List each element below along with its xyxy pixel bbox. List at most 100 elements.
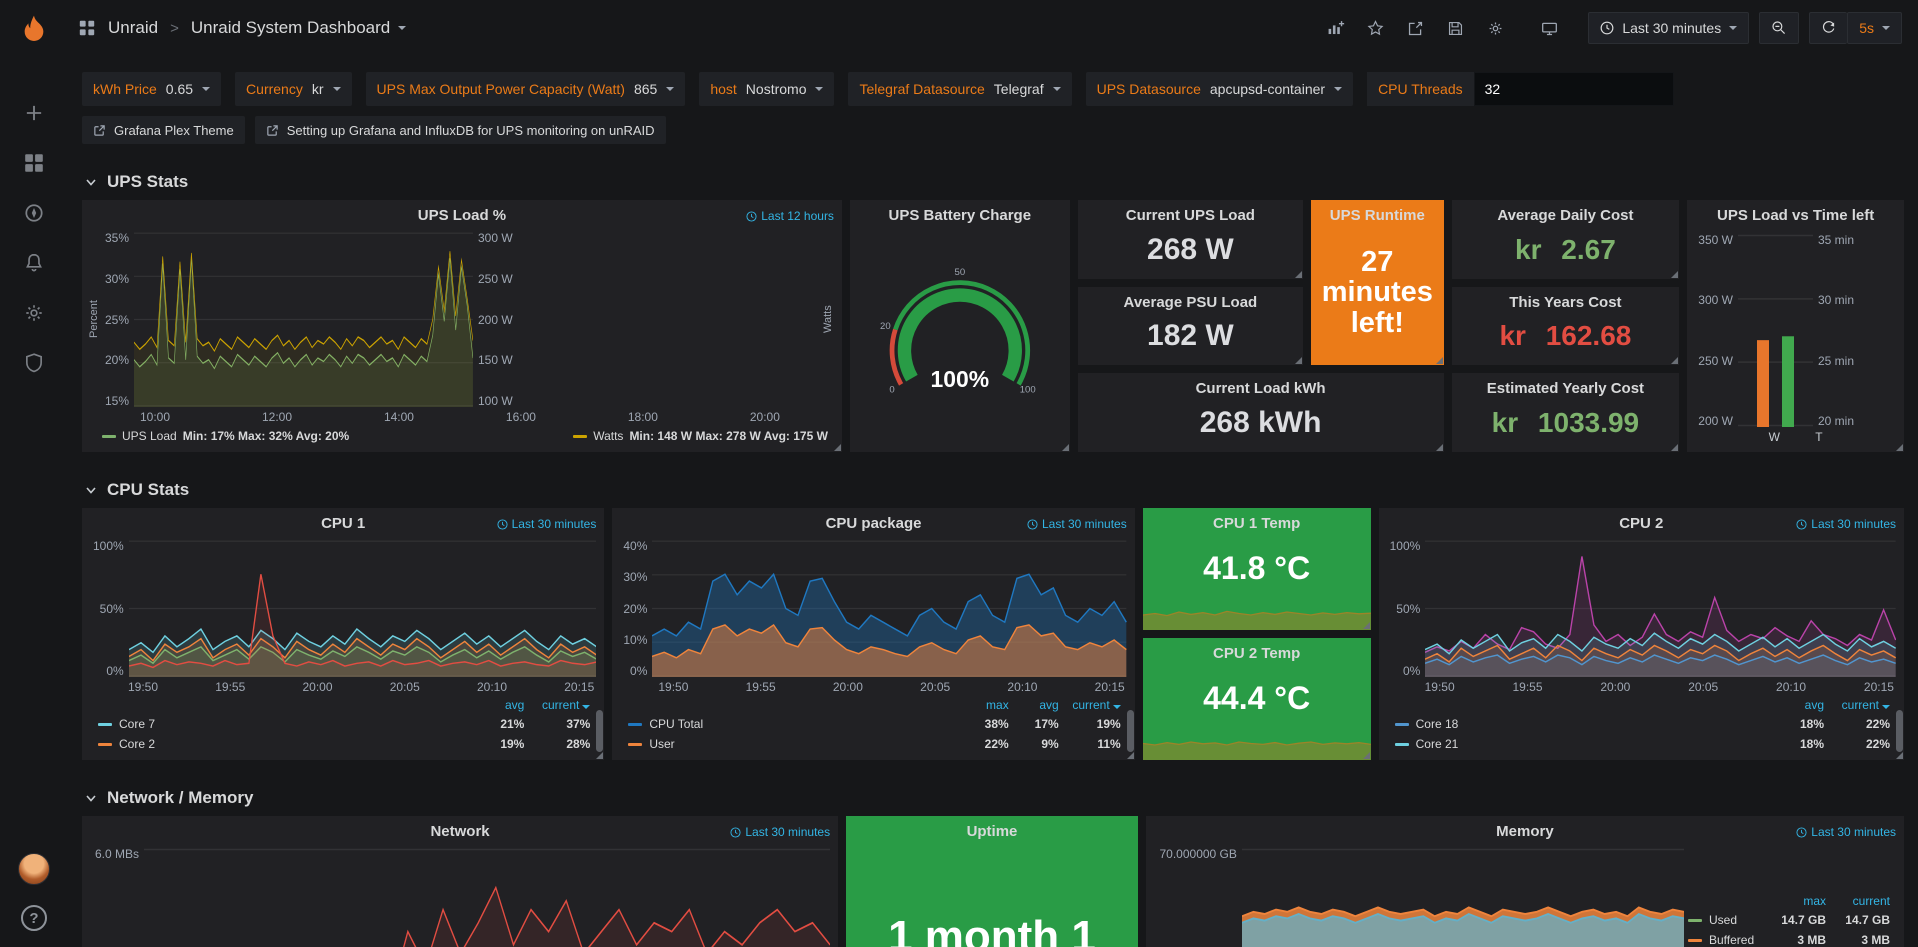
panel-resize-handle[interactable] bbox=[1436, 444, 1443, 451]
dashboard-title-dropdown[interactable]: Unraid System Dashboard bbox=[191, 18, 406, 38]
legend-header-avg[interactable]: avg bbox=[468, 698, 524, 712]
legend-header-current[interactable]: current bbox=[1824, 698, 1890, 712]
dashboard-link[interactable]: Setting up Grafana and InfluxDB for UPS … bbox=[255, 116, 666, 144]
ups-bars-chart[interactable] bbox=[1738, 234, 1813, 427]
dashboard-settings-button[interactable] bbox=[1480, 13, 1510, 43]
panel-title[interactable]: UPS Runtime bbox=[1311, 200, 1443, 226]
legend-header-avg[interactable]: avg bbox=[1768, 698, 1824, 712]
legend-series[interactable]: UPS Load Min: 17% Max: 32% Avg: 20% bbox=[102, 429, 349, 443]
panel-resize-handle[interactable] bbox=[1295, 271, 1302, 278]
panel-title[interactable]: CPU 2 Temp bbox=[1143, 638, 1371, 664]
panel-resize-handle[interactable] bbox=[1363, 622, 1370, 629]
alerting-icon[interactable] bbox=[23, 252, 45, 274]
panel-resize-handle[interactable] bbox=[1436, 357, 1443, 364]
panel-title[interactable]: Average Daily Cost bbox=[1452, 200, 1680, 226]
star-button[interactable] bbox=[1360, 13, 1390, 43]
panel-resize-handle[interactable] bbox=[1671, 271, 1678, 278]
panel-title[interactable]: UPS Load vs Time left bbox=[1687, 200, 1904, 226]
memory-chart[interactable] bbox=[1242, 848, 1684, 947]
variable-chip[interactable]: host Nostromo bbox=[699, 72, 834, 106]
variable-chip[interactable]: kWh Price 0.65 bbox=[82, 72, 221, 106]
admin-shield-icon[interactable] bbox=[23, 352, 45, 374]
configuration-icon[interactable] bbox=[23, 302, 45, 324]
share-button[interactable] bbox=[1400, 13, 1430, 43]
panel-resize-handle[interactable] bbox=[596, 752, 603, 759]
row-header-cpu-stats[interactable]: CPU Stats bbox=[84, 480, 1904, 500]
panel-title[interactable]: Estimated Yearly Cost bbox=[1452, 373, 1680, 399]
legend-scrollbar[interactable] bbox=[1896, 710, 1903, 752]
refresh-interval-picker[interactable]: 5s bbox=[1847, 12, 1902, 44]
grafana-logo[interactable] bbox=[0, 0, 68, 58]
create-icon[interactable] bbox=[23, 102, 45, 124]
panel-title[interactable]: UPS Load % bbox=[82, 200, 842, 226]
legend-row[interactable]: Buffered 3 MB 3 MB bbox=[1688, 930, 1890, 947]
legend-row[interactable]: CPU Total 38% 17% 19% bbox=[628, 714, 1120, 734]
user-avatar[interactable] bbox=[18, 853, 50, 885]
variable-chip[interactable]: Currency kr bbox=[235, 72, 351, 106]
panel-title[interactable]: Uptime bbox=[846, 816, 1138, 842]
legend-series[interactable]: Watts Min: 148 W Max: 278 W Avg: 175 W bbox=[573, 429, 828, 443]
legend-header-current[interactable]: current bbox=[524, 698, 590, 712]
refresh-button[interactable] bbox=[1809, 12, 1847, 44]
panel-resize-handle[interactable] bbox=[1295, 357, 1302, 364]
legend-row[interactable]: Core 2 19% 28% bbox=[98, 734, 590, 754]
x-tick: 19:55 bbox=[215, 680, 245, 694]
legend-header-current[interactable]: current bbox=[1059, 698, 1121, 712]
save-button[interactable] bbox=[1440, 13, 1470, 43]
legend-scrollbar[interactable] bbox=[1127, 710, 1134, 752]
cycle-view-button[interactable] bbox=[1534, 13, 1564, 43]
panel-resize-handle[interactable] bbox=[1062, 444, 1069, 451]
legend-header-max[interactable]: max bbox=[1762, 894, 1826, 908]
legend-scrollbar[interactable] bbox=[596, 710, 603, 752]
variable-chip[interactable]: Telegraf Datasource Telegraf bbox=[848, 72, 1071, 106]
y-tick: 20% bbox=[623, 603, 647, 615]
help-icon[interactable]: ? bbox=[21, 905, 47, 931]
panel-title[interactable]: CPU 1 Temp bbox=[1143, 508, 1371, 534]
legend-row[interactable]: Used 14.7 GB 14.7 GB bbox=[1688, 910, 1890, 930]
panel-title[interactable]: Current UPS Load bbox=[1078, 200, 1303, 226]
cpu-package-chart[interactable] bbox=[652, 540, 1126, 677]
row-header-ups-stats[interactable]: UPS Stats bbox=[84, 172, 1904, 192]
panel-resize-handle[interactable] bbox=[1671, 357, 1678, 364]
dashboards-icon[interactable] bbox=[23, 152, 45, 174]
panel-resize-handle[interactable] bbox=[1896, 444, 1903, 451]
legend-row[interactable]: Core 7 21% 37% bbox=[98, 714, 590, 734]
y-axis-label-right: Watts bbox=[822, 232, 834, 407]
legend-row[interactable]: User 22% 9% 11% bbox=[628, 734, 1120, 754]
explore-icon[interactable] bbox=[23, 202, 45, 224]
battery-gauge[interactable]: 02050100100% bbox=[850, 258, 1070, 420]
legend-header-current[interactable]: current bbox=[1826, 894, 1890, 908]
panel-resize-handle[interactable] bbox=[1363, 752, 1370, 759]
legend-header-max[interactable]: max bbox=[959, 698, 1009, 712]
add-panel-button[interactable] bbox=[1320, 13, 1350, 43]
x-tick: 18:00 bbox=[628, 410, 658, 424]
zoom-out-button[interactable] bbox=[1759, 12, 1799, 44]
panel-resize-handle[interactable] bbox=[1896, 752, 1903, 759]
panel-title[interactable]: Memory bbox=[1146, 816, 1904, 842]
panel-title[interactable]: Average PSU Load bbox=[1078, 287, 1303, 313]
panel-title[interactable]: This Years Cost bbox=[1452, 287, 1680, 313]
panel-title[interactable]: Current Load kWh bbox=[1078, 373, 1444, 399]
panel-title[interactable]: UPS Battery Charge bbox=[850, 200, 1070, 226]
breadcrumb-app[interactable]: Unraid bbox=[108, 18, 158, 38]
network-chart[interactable] bbox=[144, 848, 830, 947]
legend-row[interactable]: Core 21 18% 22% bbox=[1395, 734, 1890, 754]
variable-chip[interactable]: UPS Datasource apcupsd-container bbox=[1086, 72, 1353, 106]
legend-header-avg[interactable]: avg bbox=[1009, 698, 1059, 712]
cpu1-chart[interactable] bbox=[129, 540, 597, 677]
row-header-network-memory[interactable]: Network / Memory bbox=[84, 788, 1904, 808]
variable-chip[interactable]: UPS Max Output Power Capacity (Watt) 865 bbox=[366, 72, 686, 106]
time-range-picker[interactable]: Last 30 minutes bbox=[1588, 12, 1749, 44]
panel-title[interactable]: Network bbox=[82, 816, 838, 842]
series-name: UPS Load bbox=[122, 429, 177, 443]
ups-load-chart[interactable] bbox=[134, 232, 473, 407]
cpu2-chart[interactable] bbox=[1425, 540, 1896, 677]
dashboard-link[interactable]: Grafana Plex Theme bbox=[82, 116, 245, 144]
panel-resize-handle[interactable] bbox=[1671, 444, 1678, 451]
apps-icon[interactable] bbox=[78, 19, 96, 37]
cpu-threads-input[interactable] bbox=[1474, 72, 1674, 106]
series-name: Core 21 bbox=[1416, 737, 1459, 751]
panel-resize-handle[interactable] bbox=[834, 444, 841, 451]
legend-row[interactable]: Core 18 18% 22% bbox=[1395, 714, 1890, 734]
panel-resize-handle[interactable] bbox=[1127, 752, 1134, 759]
